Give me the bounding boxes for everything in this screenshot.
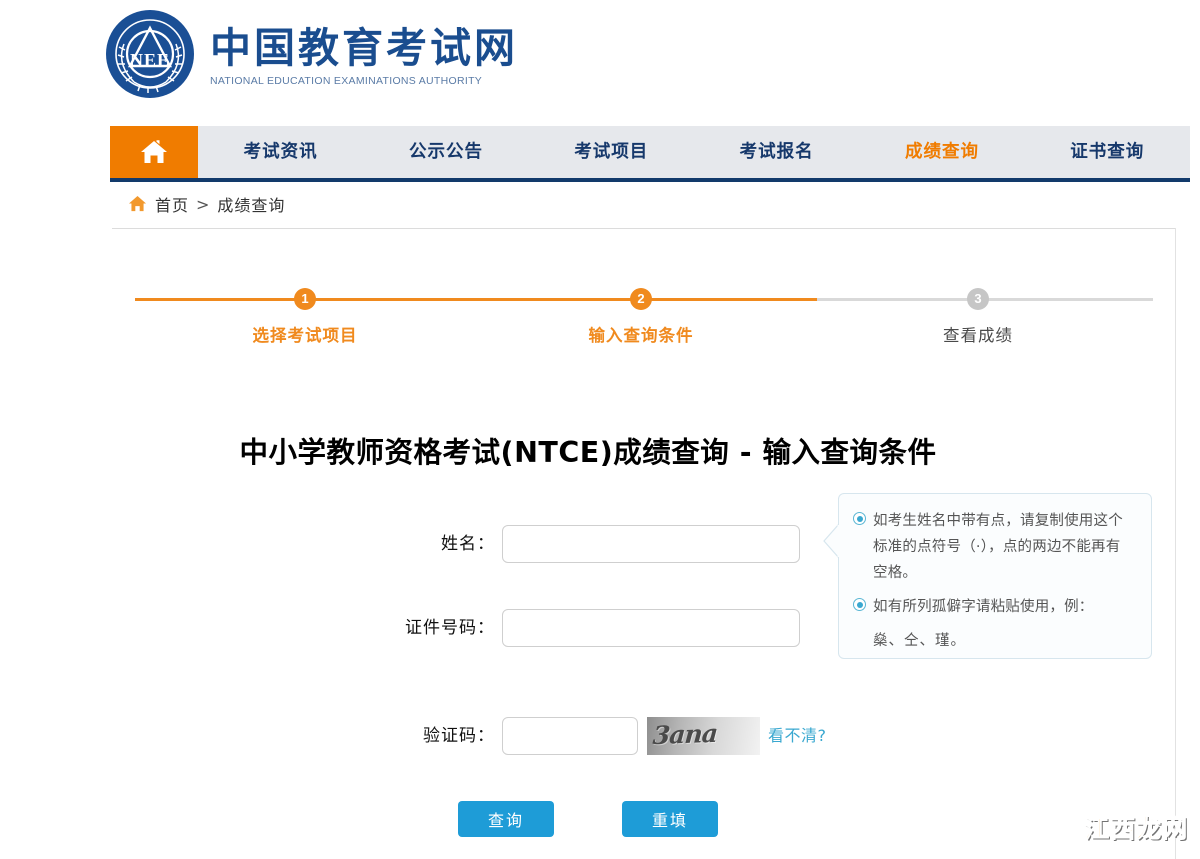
logo-text-block: 中国教育考试网 NATIONAL EDUCATION EXAMINATIONS … [210, 21, 518, 87]
step-item-view-scores: 3 查看成绩 [888, 288, 1068, 346]
logo-english-name: NATIONAL EDUCATION EXAMINATIONS AUTHORIT… [210, 75, 518, 87]
home-icon [128, 195, 147, 213]
header-divider [112, 228, 1176, 229]
breadcrumb-current: 成绩查询 [217, 192, 285, 216]
captcha-refresh-link[interactable]: 看不清? [768, 717, 827, 755]
step-number-2: 2 [630, 288, 652, 310]
reset-form-button[interactable]: 重填 [622, 801, 718, 837]
captcha-image-text: 3ana [652, 719, 718, 750]
form-actions: 查询 重填 [0, 801, 1176, 837]
tooltip-text-rare-chars: 如有所列孤僻字请粘贴使用，例： [873, 594, 1094, 620]
bullet-icon [853, 512, 866, 525]
page-title: 中小学教师资格考试(NTCE)成绩查询 - 输入查询条件 [0, 430, 1176, 471]
captcha-label: 验证码： [330, 717, 495, 755]
nav-item-announcements[interactable]: 公示公告 [363, 126, 528, 178]
step-label-1: 选择考试项目 [215, 322, 395, 346]
submit-query-button[interactable]: 查询 [458, 801, 554, 837]
nav-item-exam-projects[interactable]: 考试项目 [529, 126, 694, 178]
nav-item-list: 考试资讯 公示公告 考试项目 考试报名 成绩查询 证书查询 [198, 126, 1190, 178]
tooltip-rare-char-list[interactable]: 燊、仝、瑾。 [853, 628, 1135, 654]
captcha-image[interactable]: 3ana [647, 717, 760, 755]
main-navigation: 考试资讯 公示公告 考试项目 考试报名 成绩查询 证书查询 [110, 126, 1190, 182]
tooltip-item-rare-chars: 如有所列孤僻字请粘贴使用，例： [853, 594, 1135, 620]
logo-chinese-name: 中国教育考试网 [210, 27, 518, 70]
nav-item-exam-registration[interactable]: 考试报名 [694, 126, 859, 178]
breadcrumb: 首页 > 成绩查询 [128, 192, 285, 216]
step-number-3: 3 [967, 288, 989, 310]
step-item-enter-conditions[interactable]: 2 输入查询条件 [551, 288, 731, 346]
id-number-label: 证件号码： [330, 609, 495, 647]
tooltip-item-dot-rule: 如考生姓名中带有点，请复制使用这个标准的点符号（·），点的两边不能再有空格。 [853, 508, 1135, 586]
captcha-input[interactable] [502, 717, 638, 755]
step-item-select-exam[interactable]: 1 选择考试项目 [215, 288, 395, 346]
step-indicator: 1 选择考试项目 2 输入查询条件 3 查看成绩 [135, 288, 1153, 358]
form-row-captcha: 验证码： 3ana 看不清? [0, 717, 1176, 779]
nav-home-button[interactable] [110, 126, 198, 178]
name-input-hint-tooltip: 如考生姓名中带有点，请复制使用这个标准的点符号（·），点的两边不能再有空格。 如… [838, 493, 1152, 659]
name-input[interactable] [502, 525, 800, 563]
name-label: 姓名： [330, 525, 495, 563]
breadcrumb-separator: > [196, 195, 210, 214]
nav-item-exam-news[interactable]: 考试资讯 [198, 126, 363, 178]
site-logo[interactable]: NEE 中国教育考试网 NATIONAL EDUCATION EXAMINATI… [104, 8, 518, 100]
site-header: NEE 中国教育考试网 NATIONAL EDUCATION EXAMINATI… [0, 0, 1200, 118]
step-label-3: 查看成绩 [888, 322, 1068, 346]
id-number-input[interactable] [502, 609, 800, 647]
nav-item-certificate-query[interactable]: 证书查询 [1025, 126, 1190, 178]
svg-text:NEE: NEE [130, 50, 170, 70]
home-icon [139, 138, 169, 166]
bullet-icon [853, 598, 866, 611]
neea-emblem-icon: NEE [104, 8, 196, 100]
step-label-2: 输入查询条件 [551, 322, 731, 346]
tooltip-arrow-icon [823, 524, 839, 558]
page-root: NEE 中国教育考试网 NATIONAL EDUCATION EXAMINATI… [0, 0, 1200, 859]
tooltip-text-dot-rule: 如考生姓名中带有点，请复制使用这个标准的点符号（·），点的两边不能再有空格。 [873, 508, 1135, 586]
nav-item-score-query[interactable]: 成绩查询 [859, 126, 1024, 178]
breadcrumb-home-link[interactable]: 首页 [155, 192, 189, 216]
step-number-1: 1 [294, 288, 316, 310]
watermark: 江西龙网 [1084, 809, 1188, 845]
